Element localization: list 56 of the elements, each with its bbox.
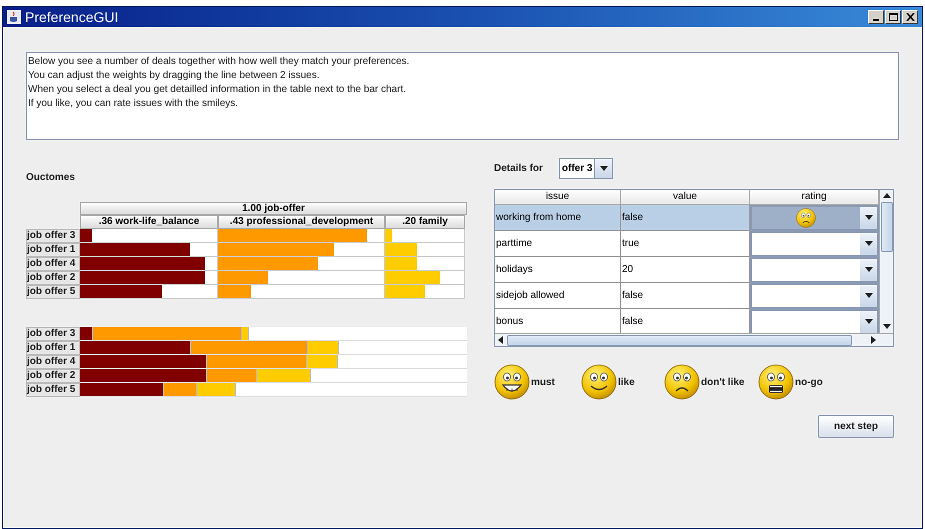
rating-dropdown[interactable] xyxy=(750,257,879,283)
instructions-text-area[interactable] xyxy=(26,52,899,140)
smiley-icon xyxy=(494,364,530,400)
minimize-button[interactable] xyxy=(868,10,884,24)
row-label: job offer 3 xyxy=(26,229,80,243)
row-label: job offer 4 xyxy=(26,355,80,369)
rating-dropdown[interactable] xyxy=(750,309,879,333)
column-header[interactable]: .36 work-life_balance xyxy=(80,215,218,229)
table-row[interactable]: holidays 20 xyxy=(495,257,880,283)
rating-label: like xyxy=(618,376,635,390)
row-label: job offer 5 xyxy=(26,383,80,397)
instruction-line: If you like, you can rate issues with the smileys. xyxy=(28,97,238,111)
instruction-line: Below you see a number of deals together with how well they match your preferences. xyxy=(28,55,410,69)
instruction-line: When you select a deal you get detailled information in the table next to the bar chart. xyxy=(28,83,406,97)
table-column-header[interactable]: value xyxy=(621,190,750,205)
tree-header[interactable]: 1.00 job-offer xyxy=(80,202,467,215)
scroll-thumb[interactable] xyxy=(507,334,852,346)
row-label: job offer 4 xyxy=(26,257,80,271)
rating-label: no-go xyxy=(795,376,823,390)
rating-dropdown[interactable] xyxy=(750,283,879,309)
table-row[interactable]: working from home false xyxy=(495,205,880,231)
table-row[interactable]: bonus false xyxy=(495,309,880,333)
smiley-icon xyxy=(664,364,700,400)
maximize-icon xyxy=(888,13,898,21)
row-label: job offer 5 xyxy=(26,285,80,299)
smiley-icon xyxy=(758,364,794,400)
smiley-icon xyxy=(581,364,617,400)
row-label: job offer 2 xyxy=(26,369,80,383)
table-column-header[interactable]: rating xyxy=(750,190,879,205)
row-label: job offer 3 xyxy=(26,327,80,341)
table-row[interactable]: sidejob allowed false xyxy=(495,283,880,309)
rating-dropdown[interactable] xyxy=(750,205,879,231)
sad-face-icon xyxy=(796,208,816,228)
vertical-scrollbar[interactable] xyxy=(879,190,893,333)
table-column-header[interactable]: issue xyxy=(495,190,621,205)
close-icon xyxy=(906,13,914,21)
row-label: job offer 1 xyxy=(26,341,80,355)
rating-dropdown[interactable] xyxy=(750,231,879,257)
horizontal-scrollbar[interactable] xyxy=(495,333,893,346)
maximize-button[interactable] xyxy=(885,10,901,24)
table-row[interactable]: parttime true xyxy=(495,231,880,257)
scroll-thumb[interactable] xyxy=(880,202,893,252)
rating-label: must xyxy=(531,376,555,390)
row-label: job offer 2 xyxy=(26,271,80,285)
details-label: Details for xyxy=(494,162,543,176)
window-title: PreferenceGUI xyxy=(25,10,118,24)
coffee-cup-icon xyxy=(7,10,21,24)
next-step-button[interactable]: next step xyxy=(818,415,894,438)
instruction-line: You can adjust the weights by dragging the line between 2 issues. xyxy=(28,69,320,83)
rating-label: don't like xyxy=(701,376,744,390)
column-header[interactable]: .43 professional_development xyxy=(218,215,385,229)
outcomes-heading: Ouctomes xyxy=(26,171,75,185)
close-button[interactable] xyxy=(902,10,918,24)
offer-dropdown[interactable]: offer 3 xyxy=(558,158,614,179)
column-header[interactable]: .20 family xyxy=(385,215,465,229)
row-label: job offer 1 xyxy=(26,243,80,257)
